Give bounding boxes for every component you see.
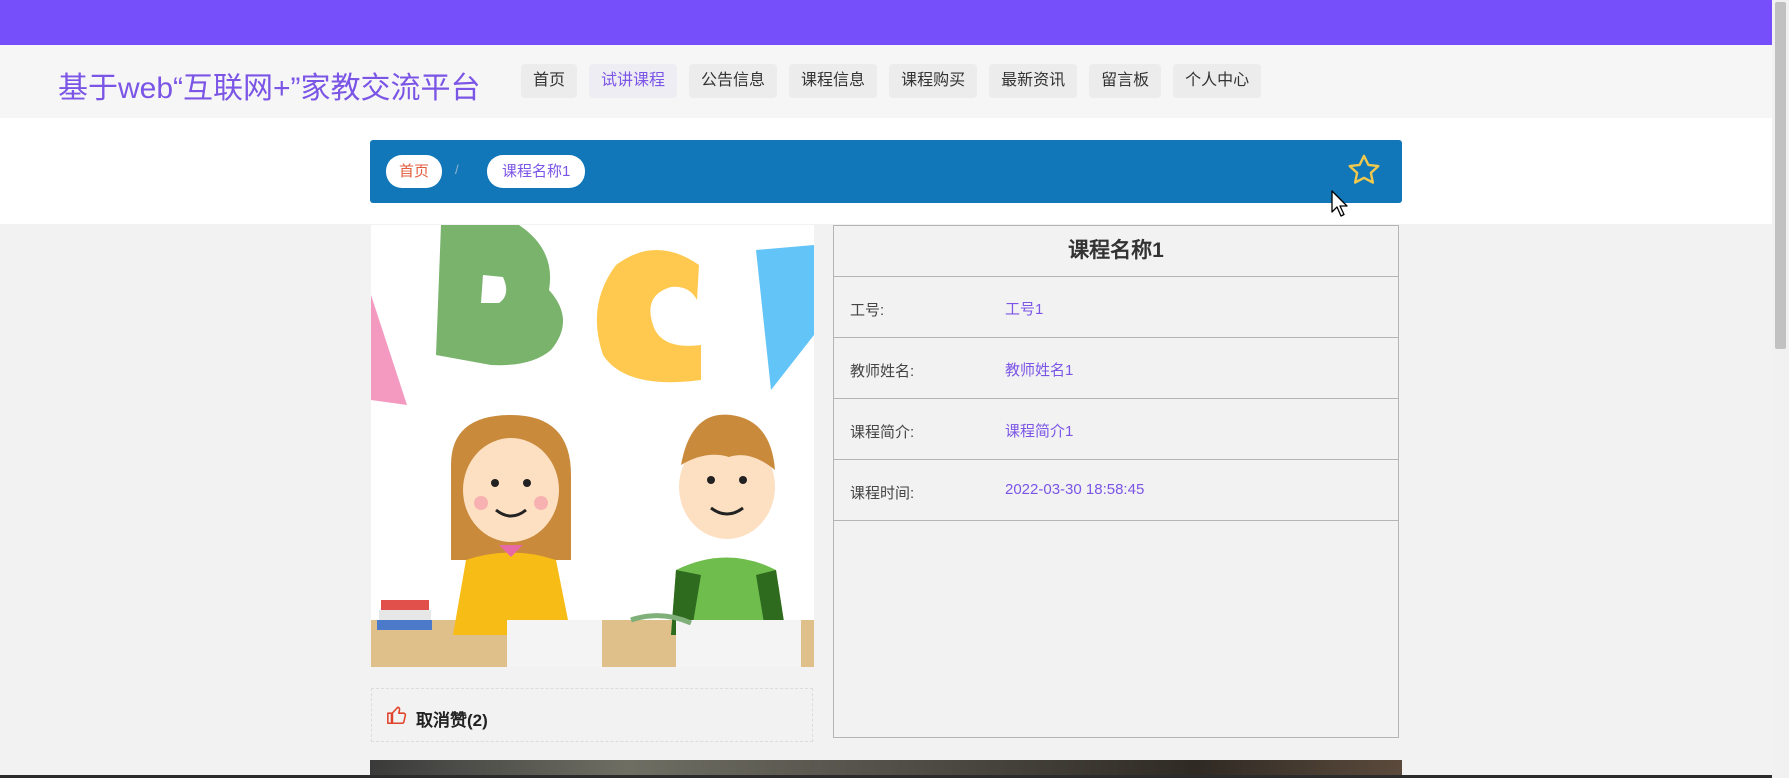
detail-value: 工号1 — [1005, 301, 1044, 318]
detail-row-teacher-id: 工号: 工号1 — [834, 277, 1398, 338]
detail-value: 2022-03-30 18:58:45 — [1005, 481, 1145, 498]
breadcrumb: 首页 / 课程名称1 — [370, 140, 1402, 203]
nav-item-course-purchase[interactable]: 课程购买 — [889, 64, 978, 98]
thumbs-up-icon — [387, 706, 407, 725]
main-nav: 首页 试讲课程 公告信息 课程信息 课程购买 最新资讯 留言板 个人中心 — [521, 64, 1262, 98]
star-outline-icon[interactable] — [1346, 152, 1382, 188]
top-accent-bar — [0, 0, 1789, 45]
nav-item-latest-news[interactable]: 最新资讯 — [989, 64, 1078, 98]
detail-row-course-time: 课程时间: 2022-03-30 18:58:45 — [834, 460, 1398, 521]
nav-item-message-board[interactable]: 留言板 — [1089, 64, 1162, 98]
nav-item-course-info[interactable]: 课程信息 — [789, 64, 878, 98]
breadcrumb-current[interactable]: 课程名称1 — [487, 155, 586, 188]
site-header: 基于web“互联网+”家教交流平台 首页 试讲课程 公告信息 课程信息 课程购买… — [0, 45, 1789, 119]
detail-value: 教师姓名1 — [1005, 362, 1074, 379]
nav-item-home[interactable]: 首页 — [521, 64, 578, 98]
mouse-cursor-icon — [1331, 190, 1348, 217]
like-label: 取消赞(2) — [416, 711, 488, 730]
nav-item-trial-courses[interactable]: 试讲课程 — [589, 64, 678, 98]
breadcrumb-home-link[interactable]: 首页 — [386, 155, 443, 188]
like-button[interactable]: 取消赞(2) — [371, 688, 813, 742]
detail-row-teacher-name: 教师姓名: 教师姓名1 — [834, 338, 1398, 399]
detail-label: 教师姓名: — [850, 363, 915, 380]
course-detail-table: 课程名称1 工号: 工号1 教师姓名: 教师姓名1 课程简介: 课程简介1 课程… — [833, 225, 1399, 738]
nav-item-personal-center[interactable]: 个人中心 — [1173, 64, 1262, 98]
site-title[interactable]: 基于web“互联网+”家教交流平台 — [58, 63, 481, 107]
children-study-illustration — [371, 225, 814, 667]
detail-row-course-summary: 课程简介: 课程简介1 — [834, 399, 1398, 460]
detail-value: 课程简介1 — [1005, 423, 1074, 440]
nav-item-announcements[interactable]: 公告信息 — [689, 64, 778, 98]
scrollbar-thumb[interactable] — [1775, 2, 1786, 349]
course-cover-image — [371, 225, 814, 667]
detail-label: 课程时间: — [850, 485, 915, 502]
detail-label: 工号: — [850, 302, 885, 319]
breadcrumb-separator: / — [455, 162, 459, 177]
detail-label: 课程简介: — [850, 424, 915, 441]
course-title: 课程名称1 — [834, 226, 1398, 277]
vertical-scrollbar[interactable] — [1772, 0, 1789, 778]
